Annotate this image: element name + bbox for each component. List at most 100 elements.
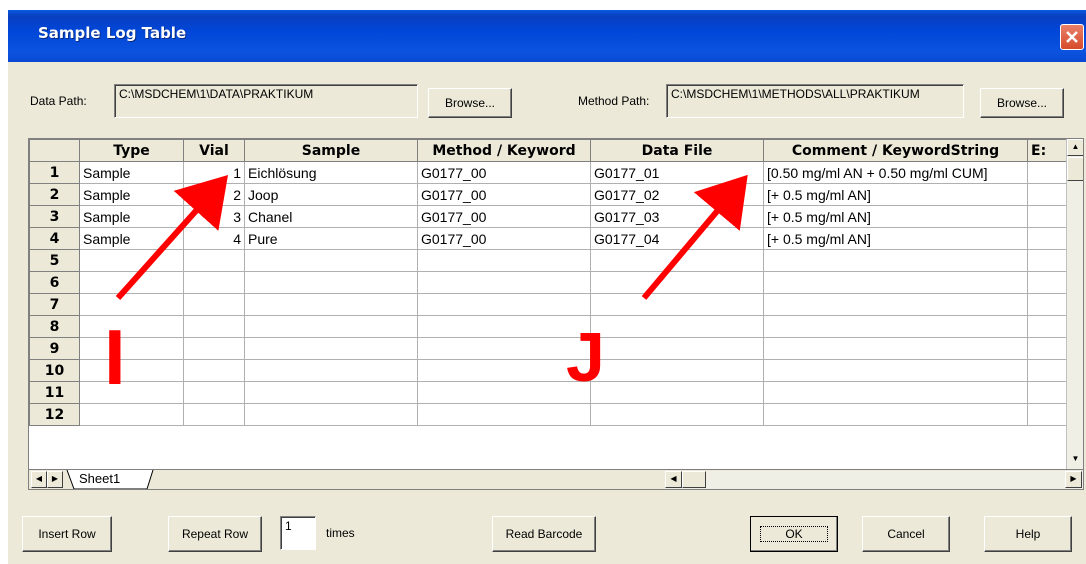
cell-method[interactable]: G0177_00	[417, 161, 591, 184]
cell-comment[interactable]	[763, 403, 1028, 426]
row-header[interactable]: 10	[29, 359, 80, 382]
cell-sample[interactable]	[244, 403, 418, 426]
cell-file[interactable]	[590, 249, 764, 272]
cell-extra[interactable]	[1027, 161, 1067, 184]
row-header[interactable]: 4	[29, 227, 80, 250]
row-header[interactable]: 8	[29, 315, 80, 338]
cell-file[interactable]	[590, 337, 764, 360]
scroll-right-arrow-icon[interactable]: ▶	[1065, 471, 1082, 488]
row-header[interactable]: 5	[29, 249, 80, 272]
cell-extra[interactable]	[1027, 359, 1067, 382]
column-header-vial[interactable]: Vial	[183, 139, 245, 162]
cell-extra[interactable]	[1027, 337, 1067, 360]
cell-sample[interactable]: Joop	[244, 183, 418, 206]
cell-sample[interactable]	[244, 381, 418, 404]
cell-comment[interactable]	[763, 359, 1028, 382]
cell-method[interactable]	[417, 315, 591, 338]
cell-extra[interactable]	[1027, 381, 1067, 404]
cell-type[interactable]: Sample	[79, 183, 184, 206]
cell-extra[interactable]	[1027, 293, 1067, 316]
cell-sample[interactable]: Eichlösung	[244, 161, 418, 184]
cell-file[interactable]: G0177_01	[590, 161, 764, 184]
cell-vial[interactable]: 2	[183, 183, 245, 206]
row-header[interactable]: 3	[29, 205, 80, 228]
cell-method[interactable]	[417, 359, 591, 382]
cell-extra[interactable]	[1027, 403, 1067, 426]
column-header-comment[interactable]: Comment / KeywordString	[763, 139, 1028, 162]
cell-comment[interactable]	[763, 381, 1028, 404]
cell-extra[interactable]	[1027, 227, 1067, 250]
cell-comment[interactable]	[763, 271, 1028, 294]
table-row[interactable]: 6	[29, 271, 1067, 294]
cell-type[interactable]	[79, 315, 184, 338]
cell-method[interactable]	[417, 271, 591, 294]
cell-method[interactable]	[417, 381, 591, 404]
table-row[interactable]: 4 Sample 4 Pure G0177_00 G0177_04 [+ 0.5 mg/ml…	[29, 227, 1067, 250]
cell-type[interactable]	[79, 337, 184, 360]
cell-file[interactable]: G0177_04	[590, 227, 764, 250]
horizontal-scrollbar[interactable]: ◀ ▶	[665, 471, 1083, 489]
cell-extra[interactable]	[1027, 249, 1067, 272]
cell-type[interactable]	[79, 271, 184, 294]
corner-header[interactable]	[29, 139, 80, 162]
cell-sample[interactable]	[244, 337, 418, 360]
cell-sample[interactable]	[244, 249, 418, 272]
cell-type[interactable]	[79, 293, 184, 316]
row-header[interactable]: 7	[29, 293, 80, 316]
read-barcode-button[interactable]: Read Barcode	[492, 516, 596, 552]
cell-file[interactable]	[590, 293, 764, 316]
vertical-scrollbar[interactable]: ▲ ▼	[1066, 139, 1083, 469]
cell-file[interactable]: G0177_02	[590, 183, 764, 206]
repeat-row-button[interactable]: Repeat Row	[168, 516, 262, 552]
cell-vial[interactable]	[183, 337, 245, 360]
cell-method[interactable]	[417, 293, 591, 316]
cell-file[interactable]	[590, 381, 764, 404]
sheet-prev-arrow-icon[interactable]: ◀	[31, 471, 47, 488]
cell-vial[interactable]	[183, 403, 245, 426]
cell-method[interactable]: G0177_00	[417, 183, 591, 206]
cell-vial[interactable]	[183, 381, 245, 404]
cell-comment[interactable]: [0.50 mg/ml AN + 0.50 mg/ml CUM]	[763, 161, 1028, 184]
cell-vial[interactable]	[183, 249, 245, 272]
table-row[interactable]: 8	[29, 315, 1067, 338]
cell-type[interactable]: Sample	[79, 227, 184, 250]
row-header[interactable]: 2	[29, 183, 80, 206]
ok-button[interactable]: OK	[750, 516, 838, 552]
table-row[interactable]: 10	[29, 359, 1067, 382]
cell-sample[interactable]	[244, 359, 418, 382]
data-path-browse-button[interactable]: Browse...	[428, 88, 512, 118]
row-header[interactable]: 1	[29, 161, 80, 184]
table-row[interactable]: 7	[29, 293, 1067, 316]
column-header-method[interactable]: Method / Keyword	[417, 139, 591, 162]
cell-extra[interactable]	[1027, 315, 1067, 338]
cell-vial[interactable]: 1	[183, 161, 245, 184]
cell-comment[interactable]	[763, 315, 1028, 338]
row-header[interactable]: 9	[29, 337, 80, 360]
table-row[interactable]: 12	[29, 403, 1067, 426]
cell-method[interactable]	[417, 403, 591, 426]
cell-extra[interactable]	[1027, 183, 1067, 206]
cell-sample[interactable]: Chanel	[244, 205, 418, 228]
row-header[interactable]: 11	[29, 381, 80, 404]
cell-comment[interactable]: [+ 0.5 mg/ml AN]	[763, 183, 1028, 206]
cell-vial[interactable]	[183, 271, 245, 294]
cell-comment[interactable]	[763, 337, 1028, 360]
title-bar[interactable]: Sample Log Table	[8, 10, 1086, 62]
cell-method[interactable]: G0177_00	[417, 205, 591, 228]
cell-type[interactable]: Sample	[79, 161, 184, 184]
cell-sample[interactable]	[244, 315, 418, 338]
cell-comment[interactable]	[763, 293, 1028, 316]
close-button[interactable]	[1060, 24, 1084, 50]
sheet-tab[interactable]: Sheet1	[79, 471, 120, 489]
cell-type[interactable]	[79, 359, 184, 382]
cell-extra[interactable]	[1027, 271, 1067, 294]
table-row[interactable]: 1 Sample 1 Eichlösung G0177_00 G0177_01 [0.50 …	[29, 161, 1067, 184]
cell-sample[interactable]	[244, 293, 418, 316]
cell-method[interactable]	[417, 337, 591, 360]
cell-vial[interactable]	[183, 359, 245, 382]
table-row[interactable]: 3 Sample 3 Chanel G0177_00 G0177_03 [+ 0.5 mg/…	[29, 205, 1067, 228]
table-row[interactable]: 11	[29, 381, 1067, 404]
cell-method[interactable]	[417, 249, 591, 272]
cell-file[interactable]	[590, 359, 764, 382]
row-header[interactable]: 6	[29, 271, 80, 294]
